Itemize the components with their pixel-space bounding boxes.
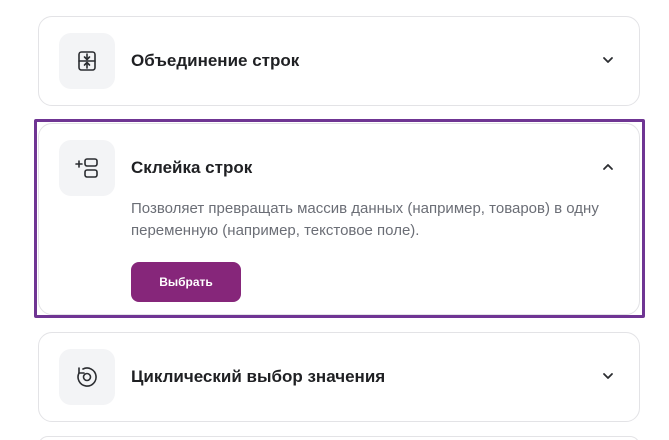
chevron-down-icon[interactable] [601,53,615,67]
accordion-card-cycle-select: Циклический выбор значения [38,332,640,422]
card-title-merge-rows: Объединение строк [131,51,300,70]
chevron-up-icon[interactable] [601,160,615,174]
card-description-concat-rows: Позволяет превращать массив данных (напр… [131,200,599,239]
card-title-concat-rows: Склейка строк [131,158,253,177]
concat-rows-icon [59,140,115,196]
page: Объединение строк Склейка строк Позволяе… [0,0,669,440]
merge-rows-icon [59,33,115,89]
accordion-header-cycle-select[interactable]: Циклический выбор значения [39,333,639,421]
chevron-down-icon[interactable] [601,369,615,383]
select-button[interactable]: Выбрать [131,262,241,302]
card-title-cycle-select: Циклический выбор значения [131,367,386,386]
accordion-card-next [38,436,640,440]
accordion-header-merge-rows[interactable]: Объединение строк [39,17,639,105]
accordion-card-merge-rows: Объединение строк [38,16,640,106]
cycle-select-icon [59,349,115,405]
accordion-card-concat-rows: Склейка строк Позволяет превращать масси… [38,123,640,315]
